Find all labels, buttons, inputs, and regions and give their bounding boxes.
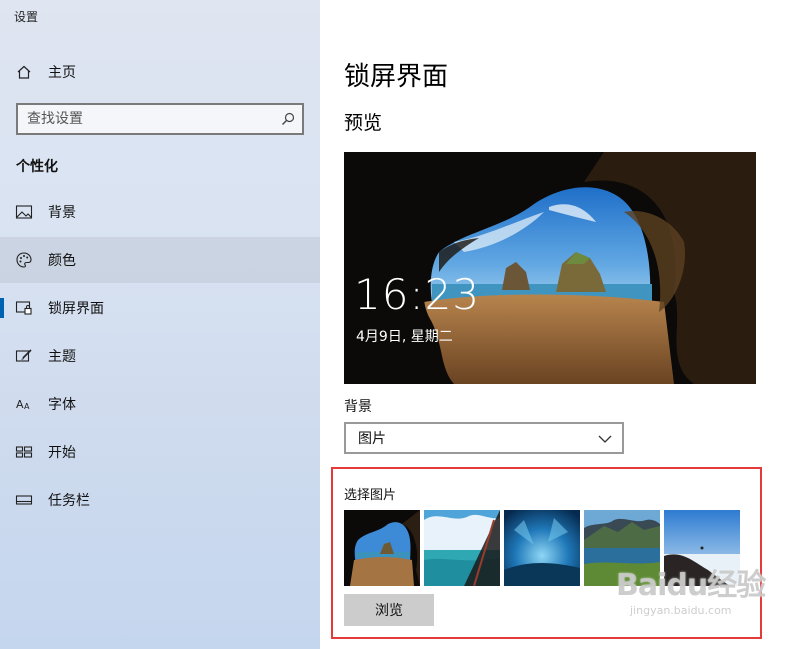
watermark: Baidu经验 jingyan.baidu.com — [606, 558, 776, 630]
taskbar-icon — [15, 491, 33, 509]
preview-heading: 预览 — [344, 112, 383, 134]
lock-screen-icon — [15, 299, 33, 317]
preview-clock: 16:23 — [354, 270, 481, 319]
svg-text:A: A — [16, 398, 24, 411]
search-input[interactable] — [18, 106, 268, 132]
home-icon — [15, 63, 33, 81]
sidebar-item-label: 开始 — [48, 445, 76, 461]
sidebar: 设置 主页 个性化 背景 颜色 锁屏界面 主题 — [0, 0, 320, 649]
choose-picture-label: 选择图片 — [344, 488, 397, 503]
sidebar-item-label: 锁屏界面 — [48, 301, 104, 317]
palette-icon — [15, 251, 33, 269]
theme-brush-icon — [15, 347, 33, 365]
lock-screen-preview: 16:23 4月9日, 星期二 — [344, 152, 756, 384]
search-box[interactable] — [16, 103, 304, 135]
picture-thumbnail-2[interactable] — [424, 510, 500, 586]
sidebar-item-label: 主页 — [48, 65, 76, 81]
sidebar-item-label: 字体 — [48, 397, 76, 413]
background-dropdown-value: 图片 — [358, 431, 386, 447]
page-title: 锁屏界面 — [344, 62, 449, 92]
start-grid-icon — [15, 443, 33, 461]
search-icon[interactable] — [280, 111, 296, 127]
selected-indicator — [0, 298, 4, 318]
sidebar-item-themes[interactable]: 主题 — [0, 333, 320, 379]
sidebar-item-label: 主题 — [48, 349, 76, 365]
sidebar-item-fonts[interactable]: AA 字体 — [0, 381, 320, 427]
watermark-url: jingyan.baidu.com — [630, 604, 732, 617]
sidebar-item-label: 颜色 — [48, 253, 76, 269]
preview-image — [344, 152, 756, 384]
preview-date: 4月9日, 星期二 — [356, 329, 453, 345]
picture-icon — [15, 203, 33, 221]
app-title: 设置 — [14, 10, 39, 24]
browse-button[interactable]: 浏览 — [344, 594, 434, 626]
background-label: 背景 — [344, 399, 372, 415]
section-title: 个性化 — [16, 159, 58, 175]
sidebar-item-taskbar[interactable]: 任务栏 — [0, 477, 320, 523]
sidebar-item-label: 任务栏 — [48, 493, 90, 509]
watermark-text: Baidu经验 — [616, 568, 766, 603]
background-dropdown[interactable]: 图片 — [344, 422, 624, 454]
picture-thumbnail-3[interactable] — [504, 510, 580, 586]
sidebar-item-lock-screen[interactable]: 锁屏界面 — [0, 285, 320, 331]
picture-thumbnail-1[interactable] — [344, 510, 420, 586]
sidebar-item-label: 背景 — [48, 205, 76, 221]
sidebar-item-background[interactable]: 背景 — [0, 189, 320, 235]
sidebar-item-home[interactable]: 主页 — [0, 49, 320, 95]
svg-text:A: A — [24, 402, 30, 411]
font-icon: AA — [15, 395, 33, 413]
sidebar-item-colors[interactable]: 颜色 — [0, 237, 320, 283]
sidebar-item-start[interactable]: 开始 — [0, 429, 320, 475]
chevron-down-icon — [598, 431, 612, 450]
